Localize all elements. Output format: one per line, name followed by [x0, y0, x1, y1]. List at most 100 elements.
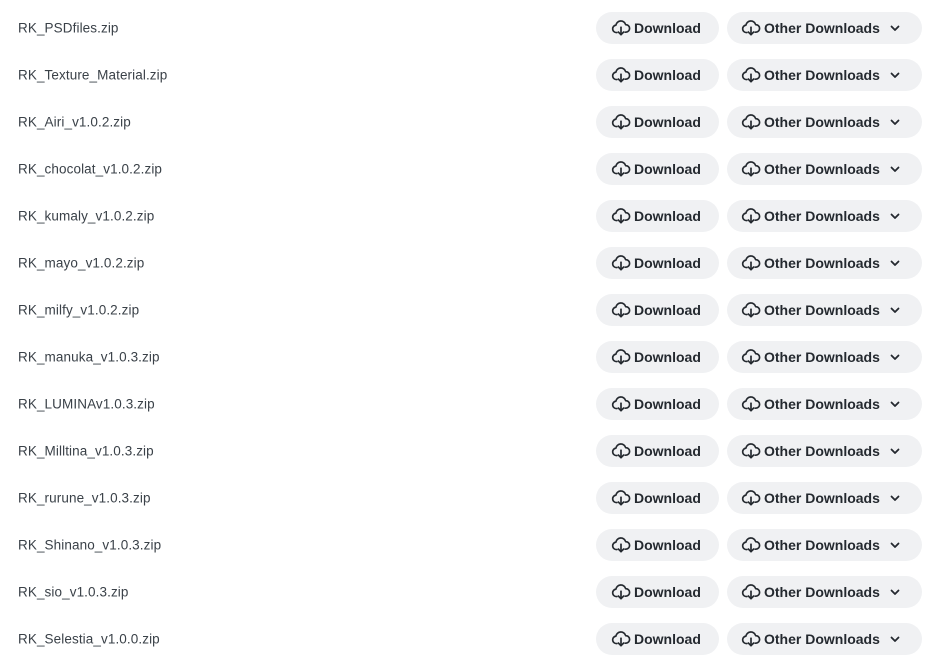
- other-downloads-button[interactable]: Other Downloads: [727, 529, 922, 561]
- file-row: RK_Airi_v1.0.2.zip Download Other Downlo…: [0, 99, 933, 146]
- cloud-download-icon: [611, 488, 631, 508]
- other-downloads-button[interactable]: Other Downloads: [727, 59, 922, 91]
- cloud-download-icon: [741, 65, 761, 85]
- download-label: Download: [634, 20, 701, 36]
- download-button[interactable]: Download: [596, 294, 719, 326]
- cloud-download-icon: [741, 300, 761, 320]
- cloud-download-icon: [611, 300, 631, 320]
- cloud-download-icon: [741, 253, 761, 273]
- file-row: RK_rurune_v1.0.3.zip Download Other Down…: [0, 475, 933, 522]
- other-downloads-button[interactable]: Other Downloads: [727, 106, 922, 138]
- chevron-down-icon: [889, 163, 901, 175]
- download-button[interactable]: Download: [596, 529, 719, 561]
- download-button[interactable]: Download: [596, 106, 719, 138]
- download-button[interactable]: Download: [596, 153, 719, 185]
- file-row: RK_sio_v1.0.3.zip Download Other Downloa…: [0, 569, 933, 616]
- cloud-download-icon: [611, 253, 631, 273]
- other-downloads-label: Other Downloads: [764, 631, 880, 647]
- cloud-download-icon: [611, 347, 631, 367]
- other-downloads-label: Other Downloads: [764, 161, 880, 177]
- other-downloads-label: Other Downloads: [764, 114, 880, 130]
- other-downloads-button[interactable]: Other Downloads: [727, 482, 922, 514]
- other-downloads-button[interactable]: Other Downloads: [727, 435, 922, 467]
- file-row: RK_milfy_v1.0.2.zip Download Other Downl…: [0, 287, 933, 334]
- file-row: RK_kumaly_v1.0.2.zip Download Other Down…: [0, 193, 933, 240]
- chevron-down-icon: [889, 116, 901, 128]
- download-button[interactable]: Download: [596, 388, 719, 420]
- file-name: RK_chocolat_v1.0.2.zip: [18, 161, 163, 177]
- cloud-download-icon: [741, 488, 761, 508]
- file-row: RK_mayo_v1.0.2.zip Download Other Downlo…: [0, 240, 933, 287]
- file-list: RK_PSDfiles.zip Download Other Downloads: [0, 0, 933, 670]
- download-button[interactable]: Download: [596, 12, 719, 44]
- other-downloads-button[interactable]: Other Downloads: [727, 200, 922, 232]
- other-downloads-label: Other Downloads: [764, 443, 880, 459]
- file-name: RK_Shinano_v1.0.3.zip: [18, 537, 162, 553]
- other-downloads-button[interactable]: Other Downloads: [727, 388, 922, 420]
- chevron-down-icon: [889, 633, 901, 645]
- other-downloads-button[interactable]: Other Downloads: [727, 623, 922, 655]
- cloud-download-icon: [741, 18, 761, 38]
- file-row: RK_chocolat_v1.0.2.zip Download Other Do…: [0, 146, 933, 193]
- download-label: Download: [634, 255, 701, 271]
- download-label: Download: [634, 537, 701, 553]
- file-name: RK_rurune_v1.0.3.zip: [18, 490, 151, 506]
- other-downloads-label: Other Downloads: [764, 584, 880, 600]
- other-downloads-label: Other Downloads: [764, 67, 880, 83]
- download-button[interactable]: Download: [596, 59, 719, 91]
- other-downloads-button[interactable]: Other Downloads: [727, 247, 922, 279]
- file-name: RK_Texture_Material.zip: [18, 67, 168, 83]
- download-button[interactable]: Download: [596, 435, 719, 467]
- file-name: RK_Milltina_v1.0.3.zip: [18, 443, 154, 459]
- file-row: RK_Texture_Material.zip Download Other D…: [0, 52, 933, 99]
- download-button[interactable]: Download: [596, 247, 719, 279]
- other-downloads-label: Other Downloads: [764, 255, 880, 271]
- chevron-down-icon: [889, 398, 901, 410]
- other-downloads-button[interactable]: Other Downloads: [727, 294, 922, 326]
- file-row: RK_Selestia_v1.0.0.zip Download Other Do…: [0, 616, 933, 663]
- download-label: Download: [634, 349, 701, 365]
- other-downloads-button[interactable]: Other Downloads: [727, 576, 922, 608]
- download-label: Download: [634, 302, 701, 318]
- other-downloads-button[interactable]: Other Downloads: [727, 341, 922, 373]
- chevron-down-icon: [889, 351, 901, 363]
- file-name: RK_mayo_v1.0.2.zip: [18, 255, 145, 271]
- file-name: RK_manuka_v1.0.3.zip: [18, 349, 160, 365]
- file-name: RK_LUMINAv1.0.3.zip: [18, 396, 155, 412]
- cloud-download-icon: [741, 112, 761, 132]
- download-button[interactable]: Download: [596, 576, 719, 608]
- file-row: RK_manuka_v1.0.3.zip Download Other Down…: [0, 334, 933, 381]
- other-downloads-label: Other Downloads: [764, 490, 880, 506]
- chevron-down-icon: [889, 69, 901, 81]
- download-button[interactable]: Download: [596, 623, 719, 655]
- cloud-download-icon: [741, 582, 761, 602]
- chevron-down-icon: [889, 539, 901, 551]
- cloud-download-icon: [741, 347, 761, 367]
- file-name: RK_sio_v1.0.3.zip: [18, 584, 129, 600]
- other-downloads-label: Other Downloads: [764, 302, 880, 318]
- cloud-download-icon: [741, 535, 761, 555]
- download-button[interactable]: Download: [596, 482, 719, 514]
- other-downloads-button[interactable]: Other Downloads: [727, 153, 922, 185]
- cloud-download-icon: [611, 159, 631, 179]
- file-name: RK_Selestia_v1.0.0.zip: [18, 631, 160, 647]
- other-downloads-button[interactable]: Other Downloads: [727, 12, 922, 44]
- download-button[interactable]: Download: [596, 200, 719, 232]
- cloud-download-icon: [611, 441, 631, 461]
- download-label: Download: [634, 67, 701, 83]
- download-label: Download: [634, 490, 701, 506]
- cloud-download-icon: [741, 629, 761, 649]
- chevron-down-icon: [889, 445, 901, 457]
- chevron-down-icon: [889, 210, 901, 222]
- download-button[interactable]: Download: [596, 341, 719, 373]
- file-row: RK_Shinano_v1.0.3.zip Download Other Dow…: [0, 522, 933, 569]
- download-label: Download: [634, 443, 701, 459]
- cloud-download-icon: [741, 206, 761, 226]
- cloud-download-icon: [611, 394, 631, 414]
- other-downloads-label: Other Downloads: [764, 20, 880, 36]
- cloud-download-icon: [611, 535, 631, 555]
- download-label: Download: [634, 208, 701, 224]
- file-row: RK_Milltina_v1.0.3.zip Download Other Do…: [0, 428, 933, 475]
- file-name: RK_Airi_v1.0.2.zip: [18, 114, 131, 130]
- chevron-down-icon: [889, 492, 901, 504]
